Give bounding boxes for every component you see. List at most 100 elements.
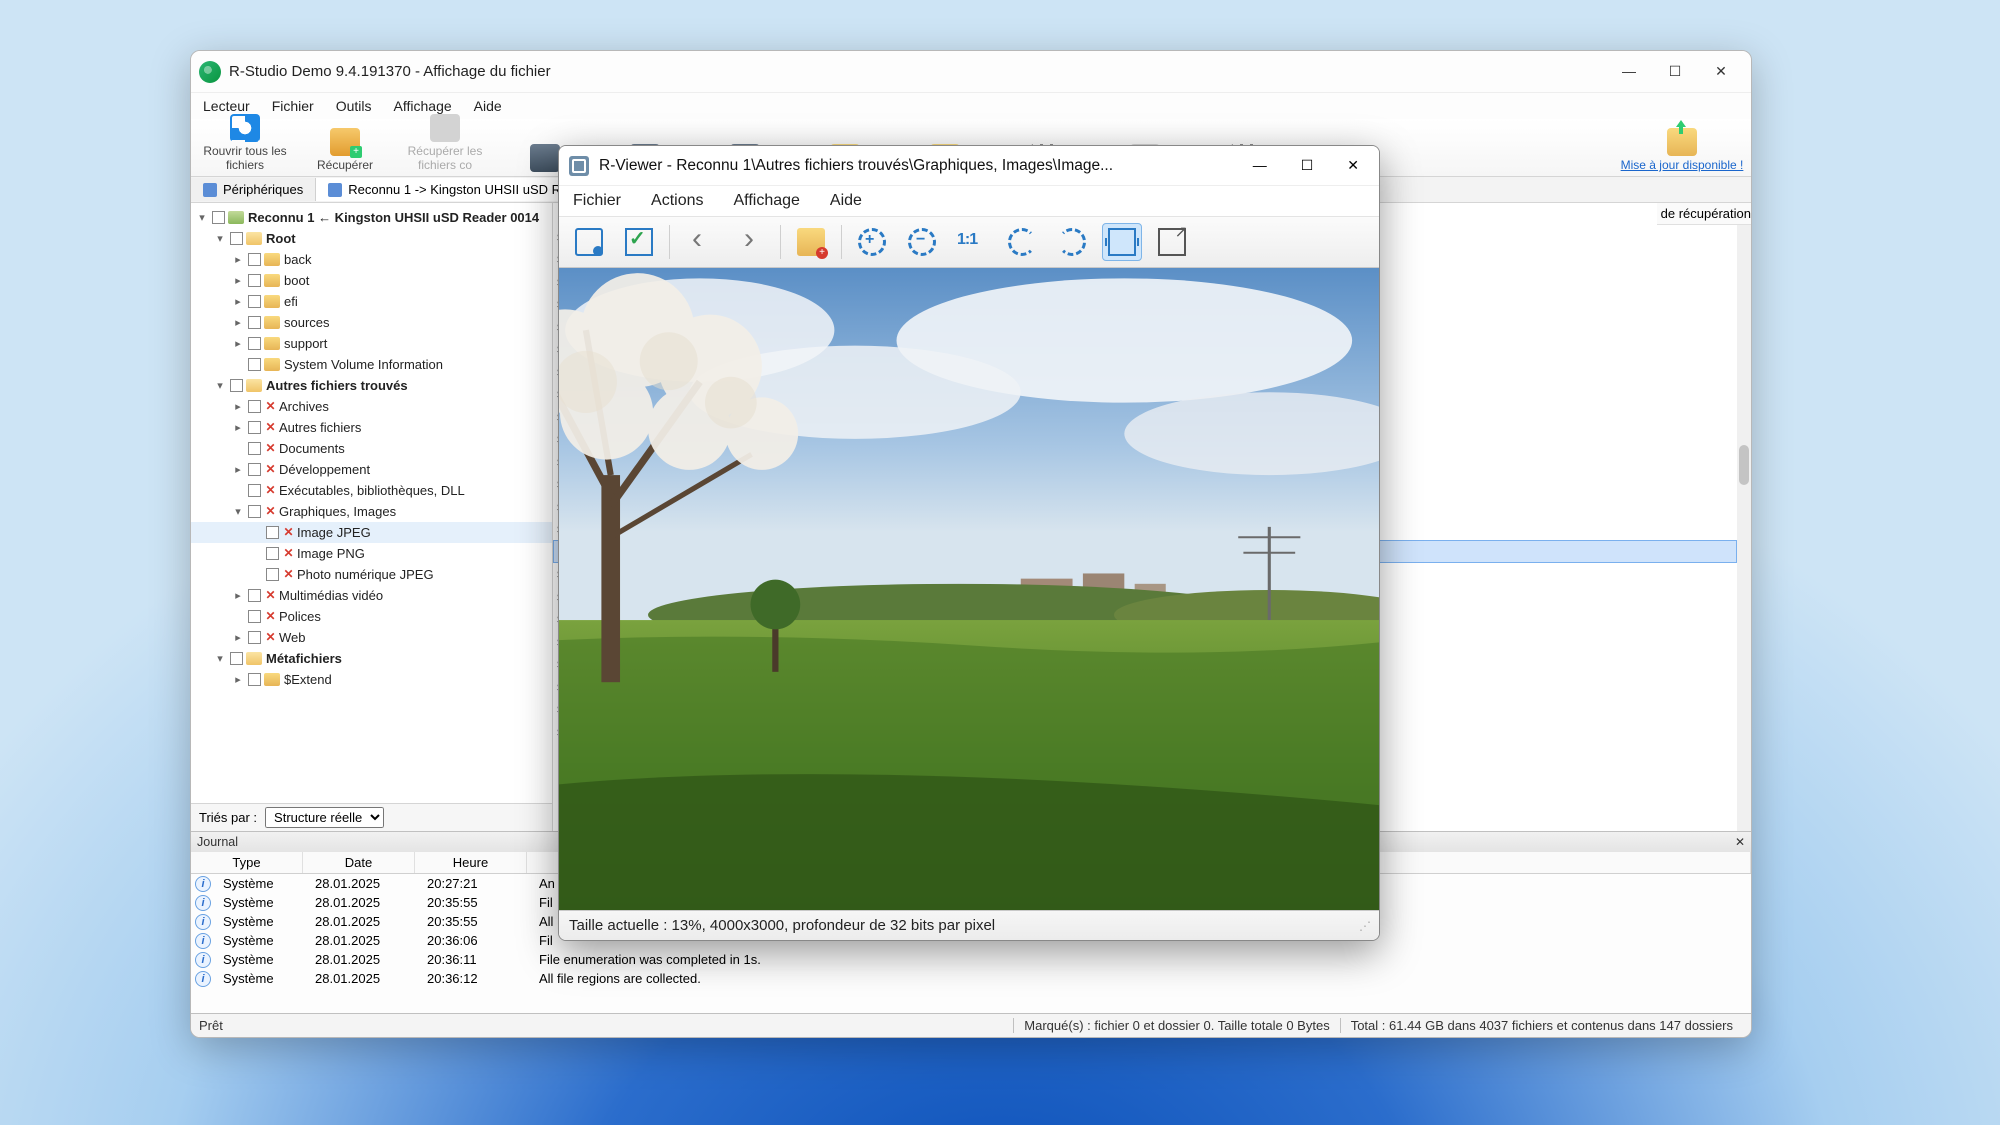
journal-row[interactable]: iSystème28.01.202520:36:12All file regio… [191,969,1751,988]
tree-item[interactable]: ✕Exécutables, bibliothèques, DLL [191,480,552,501]
rv-tool-goto[interactable] [569,223,609,261]
checkbox[interactable] [248,253,261,266]
col-date[interactable]: Date [303,852,415,873]
titlebar[interactable]: R-Studio Demo 9.4.191370 - Affichage du … [191,51,1751,93]
tree-item[interactable]: ▸✕Autres fichiers [191,417,552,438]
tree-item-graphics[interactable]: ▾✕Graphiques, Images [191,501,552,522]
checkbox[interactable] [230,379,243,392]
tree-root[interactable]: ▾Reconnu 1 ← Kingston UHSII uSD Reader 0… [191,207,552,228]
sort-select[interactable]: Structure réelle [265,807,384,828]
tree-item[interactable]: ▸boot [191,270,552,291]
tree-item[interactable]: ▸$Extend [191,669,552,690]
rv-menu-actions[interactable]: Actions [651,192,703,210]
checkbox[interactable] [248,400,261,413]
menu-aide[interactable]: Aide [474,98,502,114]
checkbox[interactable] [248,337,261,350]
checkbox[interactable] [248,505,261,518]
rv-tool-fit[interactable] [1102,223,1142,261]
checkbox[interactable] [248,484,261,497]
tree-item[interactable]: ✕Image PNG [191,543,552,564]
checkbox[interactable] [248,631,261,644]
rv-minimize-button[interactable]: — [1253,157,1267,174]
rv-maximize-button[interactable]: ☐ [1301,157,1314,174]
file-tree[interactable]: ▾Reconnu 1 ← Kingston UHSII uSD Reader 0… [191,203,552,803]
tree-root-folder[interactable]: ▾Root [191,228,552,249]
journal-close-button[interactable]: ✕ [1735,835,1745,849]
folder-icon [264,673,280,686]
partition-icon [328,183,342,197]
rv-tool-fullscreen[interactable] [1152,223,1192,261]
rv-tool-prev[interactable] [680,223,720,261]
tab-scan[interactable]: Reconnu 1 -> Kingston UHSII uSD Re [316,178,581,201]
tool-reopen-all[interactable]: Rouvrir tous les fichiers [195,114,295,172]
checkbox[interactable] [266,547,279,560]
image-preview[interactable] [559,268,1379,910]
resize-grip[interactable]: ⋰ [1359,919,1369,933]
rv-menu-aide[interactable]: Aide [830,192,862,210]
tree-item-jpeg[interactable]: ✕Image JPEG [191,522,552,543]
checkbox[interactable] [230,652,243,665]
checkbox[interactable] [212,211,225,224]
rv-tool-mark[interactable] [619,223,659,261]
col-time[interactable]: Heure [415,852,527,873]
tool-update[interactable]: Mise à jour disponible ! [1617,128,1747,172]
tree-meta[interactable]: ▾Métafichiers [191,648,552,669]
column-header[interactable]: de récupération [1657,203,1751,225]
journal-row[interactable]: iSystème28.01.202520:36:11File enumerati… [191,950,1751,969]
rv-tool-rotate-right[interactable] [1052,223,1092,261]
checkbox[interactable] [248,463,261,476]
minimize-button[interactable]: — [1619,63,1639,80]
checkbox[interactable] [248,421,261,434]
tree-item[interactable]: ▸✕Développement [191,459,552,480]
tree-item[interactable]: System Volume Information [191,354,552,375]
col-type[interactable]: Type [191,852,303,873]
checkbox[interactable] [266,568,279,581]
tab-devices[interactable]: Périphériques [191,178,316,201]
zoom-out-icon [908,228,936,256]
tree-item[interactable]: ▸sources [191,312,552,333]
checkbox[interactable] [230,232,243,245]
tool-recover[interactable]: Récupérer [295,128,395,172]
tree-item[interactable]: ▸✕Multimédias vidéo [191,585,552,606]
journal-time: 20:35:55 [419,895,531,910]
checkbox[interactable] [248,295,261,308]
rv-titlebar[interactable]: R-Viewer - Reconnu 1\Autres fichiers tro… [559,146,1379,186]
tree-item[interactable]: ✕Polices [191,606,552,627]
checkbox[interactable] [248,589,261,602]
rv-close-button[interactable]: ✕ [1347,157,1359,174]
rv-tool-zoom-in[interactable] [852,223,892,261]
checkbox[interactable] [248,673,261,686]
checkbox[interactable] [248,358,261,371]
rv-tool-zoom-100[interactable] [952,223,992,261]
maximize-button[interactable]: ☐ [1665,63,1685,80]
checkbox[interactable] [248,316,261,329]
tree-item[interactable]: ✕Documents [191,438,552,459]
tree-item[interactable]: ✕Photo numérique JPEG [191,564,552,585]
tree-other-found[interactable]: ▾Autres fichiers trouvés [191,375,552,396]
menu-lecteur[interactable]: Lecteur [203,98,250,114]
menu-affichage[interactable]: Affichage [394,98,452,114]
scrollbar[interactable] [1737,225,1751,831]
tree-item[interactable]: ▸support [191,333,552,354]
checkbox[interactable] [248,442,261,455]
menu-fichier[interactable]: Fichier [272,98,314,114]
close-button[interactable]: ✕ [1711,63,1731,80]
scrollbar-thumb[interactable] [1739,445,1749,485]
rv-tool-rotate-left[interactable] [1002,223,1042,261]
checkbox[interactable] [266,526,279,539]
journal-type: Système [215,895,307,910]
rv-tool-zoom-out[interactable] [902,223,942,261]
tree-item[interactable]: ▸✕Web [191,627,552,648]
chevron-right-icon [736,228,764,256]
rv-tool-recover[interactable] [791,223,831,261]
tree-item[interactable]: ▸✕Archives [191,396,552,417]
checkbox[interactable] [248,274,261,287]
folder-icon [246,652,262,665]
checkbox[interactable] [248,610,261,623]
rv-menu-affichage[interactable]: Affichage [733,192,799,210]
rv-tool-next[interactable] [730,223,770,261]
tree-item[interactable]: ▸back [191,249,552,270]
rv-menu-fichier[interactable]: Fichier [573,192,621,210]
menu-outils[interactable]: Outils [336,98,372,114]
tree-item[interactable]: ▸efi [191,291,552,312]
